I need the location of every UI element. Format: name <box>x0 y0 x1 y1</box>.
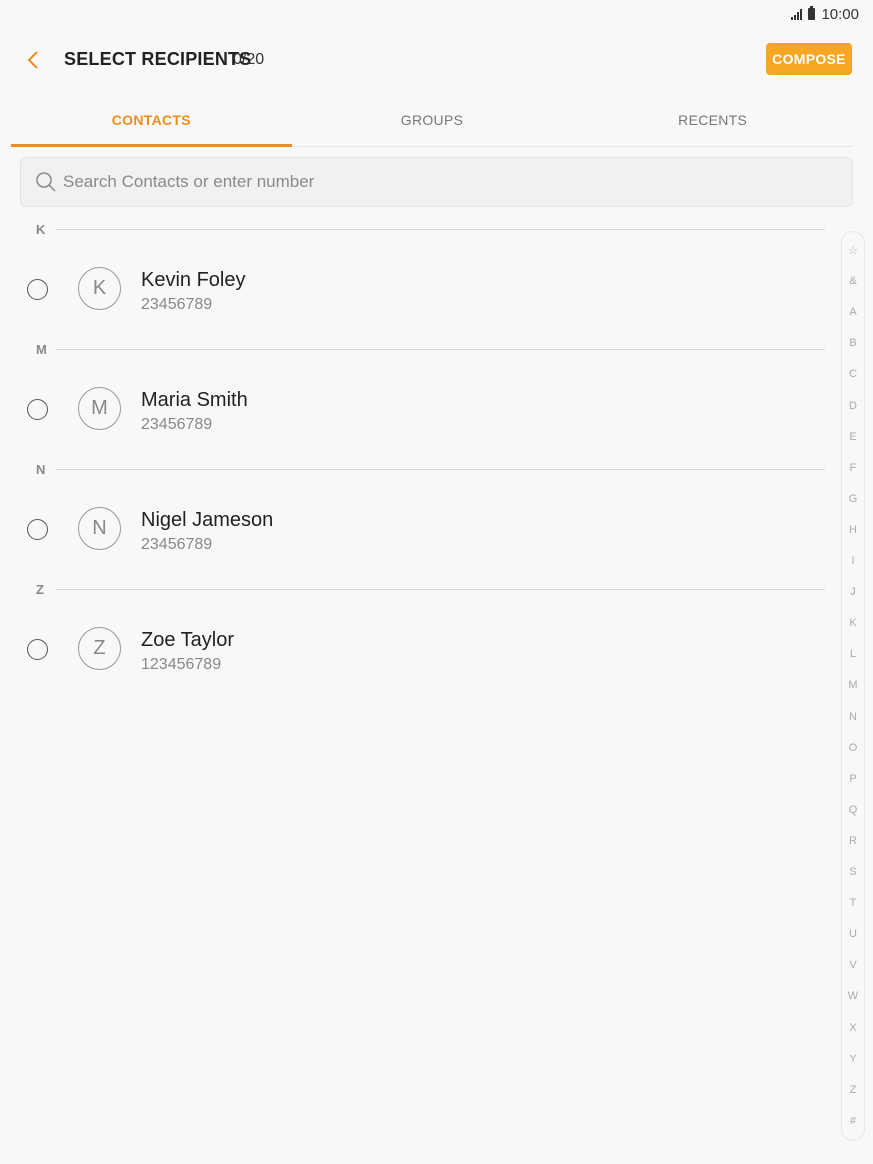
index-letter[interactable]: N <box>842 711 864 723</box>
contact-item[interactable]: K Kevin Foley 23456789 <box>0 243 830 335</box>
divider <box>56 469 825 470</box>
avatar: Z <box>78 627 121 670</box>
contact-name: Kevin Foley <box>141 269 246 291</box>
compose-button[interactable]: COMPOSE <box>766 43 852 75</box>
search-input[interactable] <box>61 171 825 193</box>
index-letter[interactable]: E <box>842 431 864 443</box>
index-letter[interactable]: T <box>842 897 864 909</box>
index-letter[interactable]: A <box>842 306 864 318</box>
battery-icon <box>808 6 816 20</box>
index-letter[interactable]: F <box>842 462 864 474</box>
index-letter[interactable]: W <box>842 990 864 1002</box>
index-letter[interactable]: C <box>842 368 864 380</box>
index-letter[interactable]: ☆ <box>842 244 864 257</box>
contact-name: Maria Smith <box>141 389 248 411</box>
index-letter[interactable]: X <box>842 1022 864 1034</box>
contact-item[interactable]: Z Zoe Taylor 123456789 <box>0 603 830 695</box>
search-box <box>20 157 853 207</box>
select-radio[interactable] <box>27 639 48 660</box>
avatar: K <box>78 267 121 310</box>
selection-count: 0/20 <box>233 51 265 68</box>
divider <box>56 589 825 590</box>
index-letter[interactable]: V <box>842 959 864 971</box>
select-radio[interactable] <box>27 399 48 420</box>
contact-item[interactable]: N Nigel Jameson 23456789 <box>0 483 830 575</box>
avatar: N <box>78 507 121 550</box>
section-header-k: K <box>0 215 830 243</box>
contact-number: 23456789 <box>141 296 213 313</box>
tab-bar: CONTACTS GROUPS RECENTS <box>11 100 853 147</box>
alphabet-index-scroller[interactable]: ☆ & A B C D E F G H I J K L M N O P Q R S T U V W X Y Z # <box>841 231 865 1141</box>
index-letter[interactable]: U <box>842 928 864 940</box>
contact-list: K K Kevin Foley 23456789 M M Maria Smith… <box>0 215 830 695</box>
index-letter[interactable]: Q <box>842 804 864 816</box>
tab-contacts[interactable]: CONTACTS <box>11 100 292 147</box>
index-letter[interactable]: G <box>842 493 864 505</box>
select-radio[interactable] <box>27 279 48 300</box>
index-letter[interactable]: K <box>842 617 864 629</box>
section-header-m: M <box>0 335 830 363</box>
index-letter[interactable]: P <box>842 773 864 785</box>
tab-groups[interactable]: GROUPS <box>292 100 573 146</box>
section-letter: N <box>36 462 46 477</box>
section-header-z: Z <box>0 575 830 603</box>
index-letter[interactable]: L <box>842 648 864 660</box>
page-title: SELECT RECIPIENTS <box>64 49 252 69</box>
index-letter[interactable]: I <box>842 555 864 567</box>
search-icon <box>36 172 56 192</box>
divider <box>56 349 825 350</box>
contact-item[interactable]: M Maria Smith 23456789 <box>0 363 830 455</box>
tab-recents[interactable]: RECENTS <box>572 100 853 146</box>
section-letter: M <box>36 342 47 357</box>
section-letter: K <box>36 222 46 237</box>
index-letter[interactable]: Y <box>842 1053 864 1065</box>
divider <box>56 229 825 230</box>
section-header-n: N <box>0 455 830 483</box>
status-time: 10:00 <box>821 5 859 23</box>
index-letter[interactable]: R <box>842 835 864 847</box>
index-letter[interactable]: Z <box>842 1084 864 1096</box>
index-letter[interactable]: D <box>842 400 864 412</box>
contact-number: 23456789 <box>141 536 213 553</box>
index-letter[interactable]: M <box>842 679 864 691</box>
back-button[interactable] <box>20 46 46 74</box>
index-letter[interactable]: J <box>842 586 864 598</box>
index-letter[interactable]: B <box>842 337 864 349</box>
index-letter[interactable]: S <box>842 866 864 878</box>
contact-number: 23456789 <box>141 416 213 433</box>
index-letter[interactable]: & <box>842 275 864 287</box>
index-letter[interactable]: O <box>842 742 864 754</box>
chevron-left-icon <box>27 51 38 69</box>
contact-number: 123456789 <box>141 656 222 673</box>
avatar: M <box>78 387 121 430</box>
section-letter: Z <box>36 582 44 597</box>
index-letter[interactable]: H <box>842 524 864 536</box>
signal-icon <box>791 8 803 20</box>
index-letter[interactable]: # <box>842 1115 864 1127</box>
select-radio[interactable] <box>27 519 48 540</box>
app-bar: SELECT RECIPIENTS 0/20 COMPOSE <box>0 40 873 80</box>
contact-name: Zoe Taylor <box>141 629 235 651</box>
contact-name: Nigel Jameson <box>141 509 274 531</box>
status-bar: 10:00 <box>791 0 859 28</box>
